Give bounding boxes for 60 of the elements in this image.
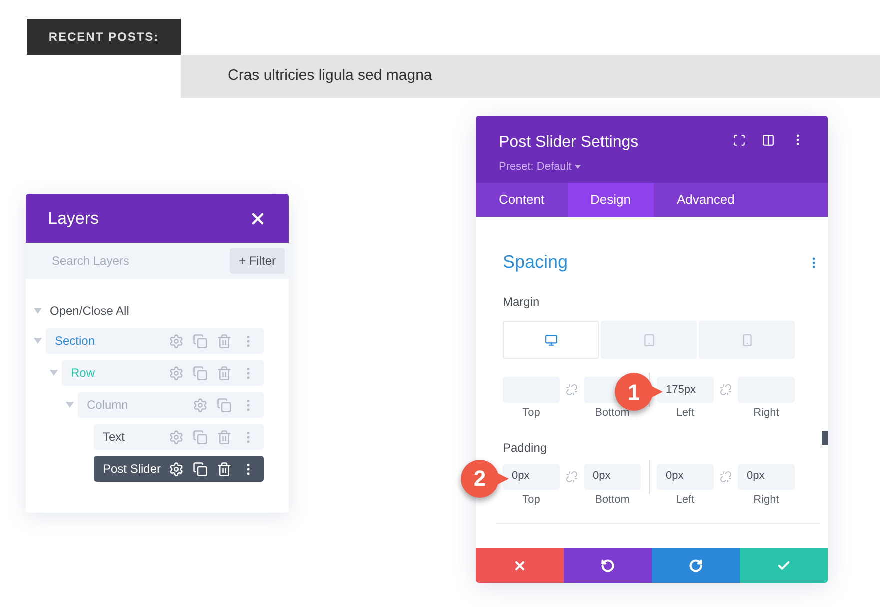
device-tab[interactable] xyxy=(601,321,697,359)
layer-item[interactable]: Post Slider xyxy=(94,456,264,482)
tablet-icon xyxy=(642,334,656,346)
post-title[interactable]: Cras ultricies ligula sed magna xyxy=(228,65,432,88)
undo-button[interactable] xyxy=(564,548,652,583)
input-field[interactable]: 0px xyxy=(657,464,714,490)
field-label: Left xyxy=(676,492,695,508)
redo-button[interactable] xyxy=(652,548,740,583)
field-label: Right xyxy=(754,492,780,508)
caret-icon[interactable] xyxy=(574,165,581,170)
callout-tooltip: 2 xyxy=(461,460,509,498)
device-tab[interactable] xyxy=(699,321,795,359)
panel-title: Post Slider Settings xyxy=(499,133,639,153)
close-icon xyxy=(513,558,527,572)
group-label: Padding xyxy=(503,440,548,454)
section-heading: RECENT POSTS: xyxy=(27,19,181,55)
undo-icon xyxy=(601,558,615,572)
collapse-triangle-icon[interactable] xyxy=(50,370,58,376)
tab[interactable]: Design xyxy=(568,183,654,217)
callout-tooltip: 1 xyxy=(615,373,663,411)
redo-icon xyxy=(689,558,703,572)
unlink-icon[interactable] xyxy=(566,384,578,396)
layer-label: Row xyxy=(71,365,96,382)
collapse-triangle-icon[interactable] xyxy=(34,338,42,344)
tab[interactable]: Advanced xyxy=(654,183,758,217)
input-field[interactable]: 0px xyxy=(738,464,795,490)
collapse-triangle-icon[interactable] xyxy=(34,308,42,314)
tab[interactable]: Content xyxy=(476,183,568,217)
filter-button[interactable]: + Filter xyxy=(230,248,285,274)
duplicate-icon[interactable] xyxy=(193,462,208,476)
layer-label: Text xyxy=(103,429,126,446)
toggle-all-link[interactable]: Open/Close All xyxy=(50,302,130,320)
field-label: Top xyxy=(522,492,540,508)
desktop-icon xyxy=(544,334,558,346)
input-field[interactable]: 175px xyxy=(657,377,714,403)
field-label: Right xyxy=(754,406,780,421)
group-label: Margin xyxy=(503,295,540,309)
unlink-icon[interactable] xyxy=(566,470,578,482)
field-label: Left xyxy=(676,406,695,421)
field-label: Bottom xyxy=(595,492,630,508)
layer-label: Post Slider xyxy=(103,461,162,478)
check-icon xyxy=(777,558,791,572)
field-label: Top xyxy=(522,406,540,421)
input-field[interactable]: 0px xyxy=(503,464,560,490)
panel-title: Layers xyxy=(48,208,100,230)
layer-label: Column xyxy=(87,397,130,414)
scrollbar-thumb xyxy=(822,431,828,445)
collapse-triangle-icon[interactable] xyxy=(66,402,74,408)
unlink-icon[interactable] xyxy=(720,470,732,482)
phone-icon xyxy=(740,334,754,346)
fullscreen-icon[interactable] xyxy=(733,134,746,146)
device-tab[interactable] xyxy=(503,321,599,359)
search-field[interactable]: Search Layers + Filter xyxy=(26,243,289,279)
layer-label: Section xyxy=(55,333,96,350)
split-view-icon[interactable] xyxy=(762,134,775,146)
section-title: Spacing xyxy=(503,251,568,274)
preset-dropdown[interactable]: Preset: Default xyxy=(499,159,572,176)
unlink-icon[interactable] xyxy=(720,384,732,396)
delete-icon[interactable] xyxy=(217,462,232,476)
input-field[interactable]: 0px xyxy=(584,464,641,490)
